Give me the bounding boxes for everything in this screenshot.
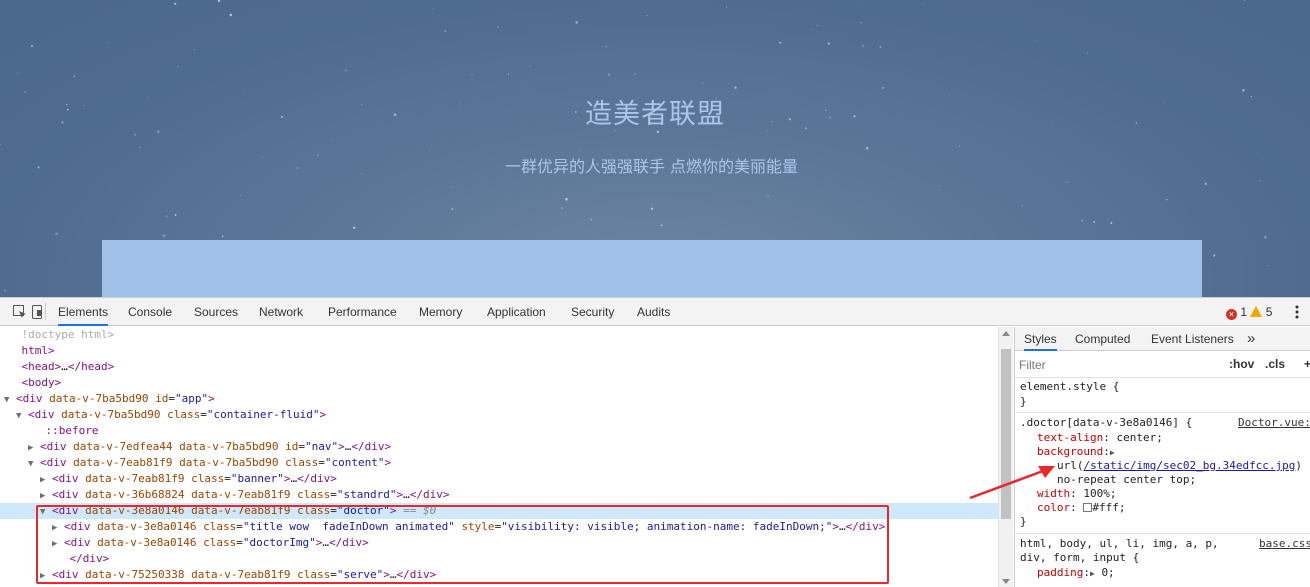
element-style-close: }	[1020, 395, 1027, 408]
error-icon: ×	[1226, 309, 1237, 320]
tab-performance[interactable]: Performance	[328, 298, 397, 326]
dom-node[interactable]: ▼ <div data-v-7eab81f9 data-v-7ba5bd90 c…	[0, 455, 998, 471]
base-rule-source-link[interactable]: base.css	[1259, 537, 1310, 551]
expand-toggle-icon[interactable]: ▼	[28, 459, 33, 469]
hover-state-toggle[interactable]: :hov	[1229, 357, 1254, 371]
scrollbar-thumb[interactable]	[1001, 349, 1011, 519]
tab-console[interactable]: Console	[128, 298, 172, 326]
prop-width-value: 100%;	[1083, 487, 1117, 500]
elements-dom-tree[interactable]: !doctype html> html> <head>…</head> <bod…	[0, 327, 998, 587]
tab-network[interactable]: Network	[259, 298, 303, 326]
dom-node[interactable]: !doctype html>	[0, 327, 998, 343]
page-viewport: 造美者联盟 一群优异的人强强联手 点燃你的美丽能量	[0, 0, 1310, 297]
tab-security[interactable]: Security	[571, 298, 614, 326]
devtools-toolbar: Elements Console Sources Network Performance…	[0, 298, 1310, 326]
tab-elements[interactable]: Elements	[58, 298, 109, 326]
dom-node[interactable]: ▶ <div data-v-36b68824 data-v-7eab81f9 c…	[0, 487, 998, 503]
rule-divider	[1015, 533, 1310, 534]
expand-toggle-icon[interactable]: ▶	[52, 523, 57, 533]
expand-toggle-icon[interactable]: ▶	[40, 475, 45, 485]
dom-node[interactable]: ▶ <div data-v-3e8a0146 class="title wow …	[0, 519, 998, 535]
dom-node[interactable]: ▶ <div data-v-7eab81f9 class="banner">…<…	[0, 471, 998, 487]
dom-node[interactable]: ▶ <div data-v-75250338 data-v-7eab81f9 c…	[0, 567, 998, 583]
prop-color-value: #fff;	[1092, 501, 1126, 514]
error-warning-counter[interactable]: × 1 5	[1226, 305, 1272, 320]
dom-node[interactable]: ▶ <div data-v-3e8a0146 class="doctorImg"…	[0, 535, 998, 551]
tab-styles[interactable]: Styles	[1024, 327, 1057, 351]
warning-count: 5	[1265, 305, 1273, 319]
expand-toggle-icon[interactable]: ▶	[28, 443, 33, 453]
toolbar-divider	[45, 303, 46, 320]
styles-pane: Styles Computed Event Listeners » :hov .…	[1014, 327, 1310, 587]
background-image-link[interactable]: /static/img/sec02_bg.34edfcc.jpg	[1084, 459, 1296, 472]
prop-background-url[interactable]: url(/static/img/sec02_bg.34edfcc.jpg)	[1057, 459, 1302, 473]
expand-toggle-icon[interactable]: ▶	[40, 491, 45, 501]
prop-text-align[interactable]: text-align: center;	[1037, 431, 1163, 445]
scroll-down-arrow-icon[interactable]	[1002, 579, 1010, 584]
doctor-section-highlight	[102, 240, 1202, 297]
doctor-rule-source-link[interactable]: Doctor.vue:	[1238, 416, 1310, 430]
prop-color[interactable]: color: #fff;	[1037, 501, 1126, 515]
new-style-rule-button[interactable]: +	[1304, 357, 1310, 371]
inspect-element-icon[interactable]	[12, 304, 28, 320]
dom-node[interactable]: ▼ <div data-v-7ba5bd90 id="app">	[0, 391, 998, 407]
page-title: 造美者联盟	[585, 99, 725, 130]
expand-toggle-icon[interactable]: ▶	[40, 571, 45, 581]
styles-filter-bar: :hov .cls +	[1015, 352, 1310, 378]
styles-filter-input[interactable]	[1019, 355, 1219, 375]
tab-application[interactable]: Application	[487, 298, 546, 326]
element-style-selector[interactable]: element.style {	[1020, 380, 1119, 394]
styles-pane-tabs: Styles Computed Event Listeners »	[1015, 327, 1310, 351]
dom-node-selected[interactable]: ▼ <div data-v-3e8a0146 data-v-7eab81f9 c…	[0, 503, 998, 519]
tab-computed[interactable]: Computed	[1075, 327, 1130, 351]
prop-padding[interactable]: padding:▶ 0;	[1037, 566, 1115, 580]
devtools-panel: Elements Console Sources Network Performance…	[0, 297, 1310, 587]
tab-event-listeners[interactable]: Event Listeners	[1151, 327, 1234, 351]
more-tabs-icon[interactable]: »	[1247, 327, 1255, 351]
tab-sources[interactable]: Sources	[194, 298, 238, 326]
dom-node[interactable]: ::before	[0, 423, 998, 439]
prop-width[interactable]: width: 100%;	[1037, 487, 1117, 501]
doctor-rule-selector[interactable]: .doctor[data-v-3e8a0146] {	[1020, 416, 1192, 430]
expand-toggle-icon[interactable]: ▶	[52, 539, 57, 549]
dom-node[interactable]: ▶ <div data-v-7edfea44 data-v-7ba5bd90 i…	[0, 439, 998, 455]
prop-background-rest: no-repeat center top;	[1057, 473, 1197, 486]
expand-toggle-icon[interactable]: ▼	[4, 395, 9, 405]
base-rule-selector-2[interactable]: div, form, input {	[1020, 551, 1139, 565]
rule-divider	[1015, 412, 1310, 413]
dom-node[interactable]: html>	[0, 343, 998, 359]
base-rule-selector-1[interactable]: html, body, ul, li, img, a, p,	[1020, 537, 1219, 551]
warning-icon	[1250, 306, 1263, 317]
prop-text-align-value: center;	[1116, 431, 1163, 444]
tab-memory[interactable]: Memory	[419, 298, 462, 326]
scroll-up-arrow-icon[interactable]	[1002, 331, 1010, 336]
more-options-icon[interactable]	[1295, 305, 1299, 319]
expand-toggle-icon[interactable]: ▼	[16, 411, 21, 421]
dom-node[interactable]: ▼ <div data-v-7ba5bd90 class="container-…	[0, 407, 998, 423]
dom-node[interactable]: </div>	[0, 551, 998, 567]
class-toggle[interactable]: .cls	[1265, 357, 1285, 371]
prop-background[interactable]: background:▶	[1037, 445, 1115, 459]
expand-toggle-icon[interactable]: ▼	[40, 507, 45, 517]
device-toolbar-icon[interactable]	[30, 304, 46, 320]
tab-audits[interactable]: Audits	[637, 298, 670, 326]
error-count: 1	[1240, 305, 1248, 319]
dom-node[interactable]: <body>	[0, 375, 998, 391]
page-subtitle: 一群优异的人强强联手 点燃你的美丽能量	[504, 157, 799, 176]
dom-tree-scrollbar[interactable]	[998, 327, 1013, 587]
doctor-rule-close: }	[1020, 515, 1027, 528]
dom-node[interactable]: <head>…</head>	[0, 359, 998, 375]
prop-padding-value: 0;	[1101, 566, 1115, 579]
